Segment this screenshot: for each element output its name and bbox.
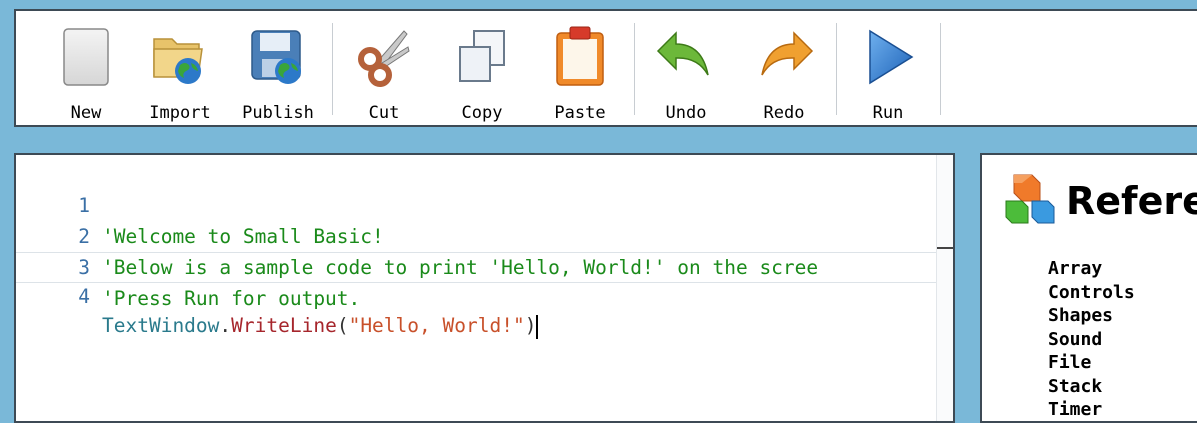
reference-item-timer[interactable]: Timer xyxy=(1048,398,1135,421)
method-token: WriteLine xyxy=(231,314,337,337)
reference-item-controls[interactable]: Controls xyxy=(1048,281,1135,305)
comment-text: 'Press Run for output. xyxy=(102,287,361,310)
paren-open-token: ( xyxy=(336,314,349,337)
toolbar-separator xyxy=(634,23,635,115)
editor-vertical-scrollbar[interactable] xyxy=(936,155,953,421)
reference-panel: Refere Array Controls Shapes Sound File … xyxy=(980,153,1197,423)
redo-button-label: Redo xyxy=(763,103,805,123)
publish-button-label: Publish xyxy=(242,103,314,123)
code-line[interactable]: 2 'Below is a sample code to print 'Hell… xyxy=(16,190,953,279)
undo-arrow-icon xyxy=(656,31,709,76)
code-lines: 1 'Welcome to Small Basic! 2 'Below is a… xyxy=(16,159,953,339)
cubes-icon xyxy=(1005,174,1055,224)
paste-button[interactable]: Paste xyxy=(540,23,620,123)
publish-button[interactable]: Publish xyxy=(238,23,318,123)
toolbar: New Import Publish Cut Copy Paste Undo R… xyxy=(14,9,1197,127)
reference-item-sound[interactable]: Sound xyxy=(1048,328,1135,352)
import-button[interactable]: Import xyxy=(140,23,220,123)
run-button[interactable]: Run xyxy=(848,23,928,123)
reference-item-array[interactable]: Array xyxy=(1048,257,1135,281)
reference-item-file[interactable]: File xyxy=(1048,351,1135,375)
code-line-current[interactable]: 4 TextWindow.WriteLine("Hello, World!") xyxy=(16,252,953,339)
reference-title: Refere xyxy=(1066,179,1197,223)
toolbar-separator xyxy=(836,23,837,115)
undo-button-label: Undo xyxy=(665,103,707,123)
undo-button[interactable]: Undo xyxy=(646,23,726,123)
copy-icon xyxy=(459,30,505,82)
scissors-icon xyxy=(358,30,410,87)
paste-button-label: Paste xyxy=(554,103,606,123)
clipboard-icon xyxy=(556,26,604,86)
string-token: "Hello, World!" xyxy=(348,314,525,337)
toolbar-separator xyxy=(332,23,333,115)
line-number: 4 xyxy=(78,285,90,308)
code-text: TextWindow.WriteLine("Hello, World!") xyxy=(102,311,539,340)
dot-token: . xyxy=(219,314,232,337)
new-button[interactable]: New xyxy=(46,23,126,123)
paren-close-token: ) xyxy=(524,314,537,337)
run-button-label: Run xyxy=(872,103,904,123)
play-icon xyxy=(869,29,914,85)
publish-disk-icon xyxy=(251,30,301,84)
code-line[interactable]: 3 'Press Run for output. xyxy=(16,221,953,310)
copy-button-label: Copy xyxy=(461,103,503,123)
object-token: TextWindow xyxy=(102,314,220,337)
new-button-label: New xyxy=(70,103,102,123)
import-button-label: Import xyxy=(149,103,211,123)
code-editor[interactable]: 1 'Welcome to Small Basic! 2 'Below is a… xyxy=(14,153,955,423)
cut-button[interactable]: Cut xyxy=(344,23,424,123)
reference-item-stack[interactable]: Stack xyxy=(1048,375,1135,399)
cut-button-label: Cut xyxy=(368,103,400,123)
toolbar-separator xyxy=(940,23,941,115)
reference-list: Array Controls Shapes Sound File Stack T… xyxy=(1048,257,1135,421)
new-file-icon xyxy=(63,28,109,86)
redo-arrow-icon xyxy=(761,31,814,76)
reference-item-shapes[interactable]: Shapes xyxy=(1048,304,1135,328)
copy-button[interactable]: Copy xyxy=(442,23,522,123)
scroll-marker xyxy=(937,247,953,249)
code-line[interactable]: 1 'Welcome to Small Basic! xyxy=(16,159,953,248)
text-caret xyxy=(536,314,539,339)
redo-button[interactable]: Redo xyxy=(744,23,824,123)
import-folder-icon xyxy=(153,38,203,84)
